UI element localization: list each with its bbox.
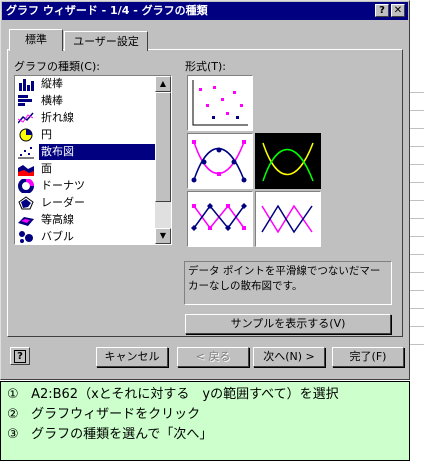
close-button[interactable]: ✕ [391, 4, 405, 17]
list-item-label: 横棒 [41, 94, 63, 107]
list-item-bubble[interactable]: バブル [16, 229, 156, 244]
subtype-straight-markers[interactable] [187, 191, 253, 247]
list-item-label: 円 [41, 128, 52, 141]
instruction-2: ② グラフウィザードをクリック [7, 405, 200, 425]
list-item-label: バブル [41, 230, 74, 243]
scroll-up-button[interactable]: ▲ [155, 76, 171, 92]
list-item-column[interactable]: 縦棒 [16, 76, 156, 92]
straight-no-markers-icon [261, 204, 313, 234]
triangle-up-icon: ▲ [159, 79, 167, 88]
step-number: ③ [7, 427, 19, 442]
tab-standard[interactable]: 標準 [9, 29, 63, 51]
list-item-label: 縦棒 [41, 77, 63, 90]
instruction-1: ① A2:B62（xとそれに対する yの範囲すべて）を選択 [7, 385, 339, 405]
background-spreadsheet [410, 0, 424, 380]
title-bar[interactable]: グラフ ウィザード - 1/4 - グラフの種類 [2, 2, 408, 20]
scatter-chart-icon [18, 145, 34, 159]
cancel-label: キャンセル [104, 350, 160, 363]
doughnut-chart-icon [18, 178, 34, 194]
chart-type-label: グラフの種類(C): [14, 60, 100, 73]
column-chart-icon [18, 77, 34, 91]
list-item-doughnut[interactable]: ドーナツ [16, 178, 156, 194]
list-item-line[interactable]: 折れ線 [16, 110, 156, 126]
list-item-scatter[interactable]: 散布図 [16, 144, 158, 160]
dialog-title: グラフ ウィザード - 1/4 - グラフの種類 [6, 4, 208, 17]
smooth-no-markers-icon [262, 142, 314, 182]
step-number: ① [7, 387, 19, 402]
back-label: < 戻る [195, 350, 231, 363]
list-item-label: 折れ線 [41, 111, 74, 124]
preview-sample-button[interactable]: サンプルを表示する(V) [185, 314, 391, 334]
straight-markers-icon [191, 203, 247, 231]
list-item-radar[interactable]: レーダー [16, 195, 156, 211]
scatter-markers-icon [192, 80, 248, 126]
list-item-label: 等高線 [41, 213, 74, 226]
area-chart-icon [18, 162, 34, 176]
list-item-label: レーダー [41, 196, 85, 209]
tab-custom[interactable]: ユーザー設定 [64, 31, 148, 51]
subtype-scatter-markers[interactable] [187, 75, 253, 131]
surface-chart-icon [18, 213, 34, 227]
scroll-thumb[interactable] [155, 92, 171, 202]
finish-button[interactable]: 完了(F) [332, 347, 404, 367]
step-text: グラフの種類を選んで「次へ」 [31, 427, 213, 442]
subtype-smooth-no-markers[interactable] [255, 133, 321, 189]
next-label: 次へ(N) > [263, 350, 315, 363]
next-button[interactable]: 次へ(N) > [253, 347, 325, 367]
smooth-markers-icon [191, 140, 247, 183]
scroll-down-button[interactable]: ▼ [155, 228, 171, 244]
back-button[interactable]: < 戻る [177, 347, 249, 367]
cancel-button[interactable]: キャンセル [96, 347, 168, 367]
instruction-box: ① A2:B62（xとそれに対する yの範囲すべて）を選択 ② グラフウィザード… [0, 381, 410, 461]
help-title-button[interactable]: ? [375, 4, 389, 17]
list-item-area[interactable]: 面 [16, 161, 156, 177]
subtype-label: 形式(T): [185, 60, 227, 73]
triangle-down-icon: ▼ [159, 231, 167, 240]
help-button[interactable]: ? [10, 347, 30, 365]
subtype-straight-no-markers[interactable] [255, 191, 321, 247]
tab-standard-label: 標準 [25, 33, 47, 46]
radar-chart-icon [18, 196, 34, 210]
bubble-chart-icon [18, 230, 34, 244]
list-item-bar[interactable]: 横棒 [16, 93, 156, 109]
chart-type-list[interactable]: 縦棒 横棒 折れ線 円 散布図 面 ドーナツ レーダー 等高線 バブル [14, 75, 172, 245]
tab-custom-label: ユーザー設定 [73, 35, 139, 48]
list-item-surface[interactable]: 等高線 [16, 212, 156, 228]
list-item-label: 散布図 [39, 144, 158, 160]
line-chart-icon [17, 111, 34, 125]
bar-chart-icon [18, 94, 34, 108]
step-text: A2:B62（xとそれに対する yの範囲すべて）を選択 [31, 387, 339, 402]
chart-wizard-dialog: グラフ ウィザード - 1/4 - グラフの種類 ? ✕ 標準 ユーザー設定 グ… [0, 0, 410, 380]
preview-sample-label: サンプルを表示する(V) [230, 317, 346, 330]
step-number: ② [7, 407, 19, 422]
finish-label: 完了(F) [349, 350, 387, 363]
question-icon: ? [379, 5, 385, 16]
list-item-label: 面 [41, 162, 52, 175]
step-text: グラフウィザードをクリック [31, 407, 201, 422]
help-icon: ? [14, 350, 26, 363]
chart-type-scrollbar[interactable]: ▲ ▼ [155, 76, 171, 244]
instruction-3: ③ グラフの種類を選んで「次へ」 [7, 425, 212, 445]
close-icon: ✕ [393, 5, 403, 16]
pie-chart-icon [18, 128, 34, 142]
subtype-description: データ ポイントを平滑線でつないだマーカーなしの散布図です。 [184, 261, 392, 305]
subtype-smooth-markers[interactable] [187, 133, 253, 189]
list-item-pie[interactable]: 円 [16, 127, 156, 143]
list-item-label: ドーナツ [41, 179, 85, 192]
